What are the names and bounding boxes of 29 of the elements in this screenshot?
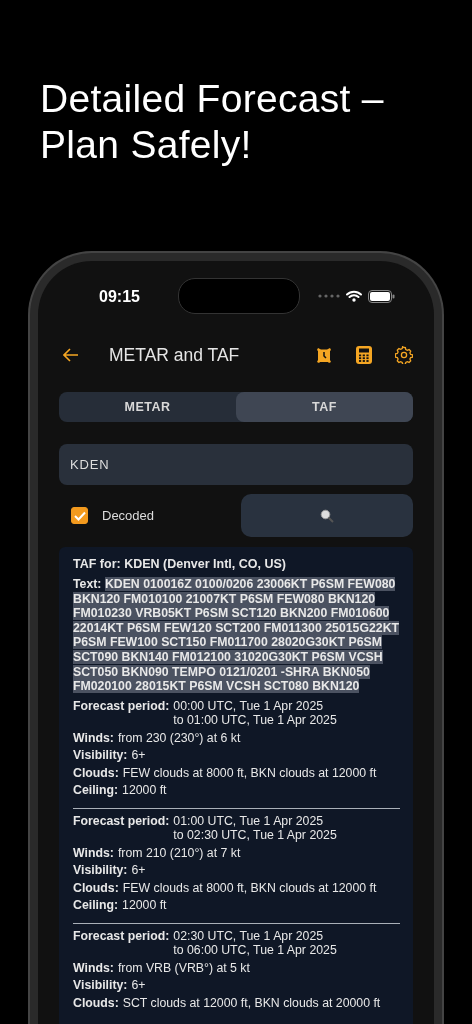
detail-row-text: Winds: from 230 (230°) at 6 kt (73, 730, 242, 746)
detail-row-text: Clouds: SCT clouds at 12000 ft, BKN clouds at 20000 ft (73, 995, 382, 1011)
detail-row-text: Visibility: 6+ (73, 863, 147, 878)
station-input-field[interactable]: KDEN (59, 444, 413, 485)
detail-row-text: Ceiling: 12000 ft (73, 783, 168, 798)
checkbox-label: Decoded (102, 508, 155, 523)
report-heading: TAF for: KDEN (Denver Intl, CO, US) (73, 557, 287, 571)
detail-row-text: Clouds: FEW clouds at 8000 ft, BKN clouds at 12000 ft (73, 765, 378, 781)
segment-tab[interactable]: TAF (236, 392, 413, 422)
detail-row-text: Visibility: 6+ (73, 748, 147, 763)
screen-title: METAR and TAF (109, 344, 241, 366)
calculator-icon[interactable] (356, 346, 372, 364)
status-time: 09:15 (99, 287, 140, 306)
detail-row-text: Visibility: 6+ (73, 978, 147, 993)
alarm-clock-icon[interactable] (315, 346, 333, 364)
detail-row-text: Winds: from VRB (VRB°) at 5 kt (73, 960, 251, 976)
signal-icon (317, 294, 340, 298)
detail-row-text: Winds: from 210 (210°) at 7 kt (73, 845, 242, 861)
settings-icon[interactable] (395, 346, 413, 364)
segment-tab[interactable]: METAR (59, 392, 236, 422)
detail-row-text: Ceiling: 12000 ft (73, 898, 168, 913)
battery-icon (367, 289, 395, 303)
decoded-checkbox[interactable] (71, 507, 88, 524)
back-arrow-icon[interactable] (63, 348, 79, 362)
detail-row-text: Clouds: FEW clouds at 8000 ft, BKN clouds at 12000 ft (73, 880, 378, 896)
search-icon (320, 508, 334, 523)
raw-taf-text: Text: KDEN 010016Z 0100/0206 23006KT P6SM FEW080 BKN120 FM010100 21007KT P6SM FEW080 BKN120 FM010230 VRB05KT P6SM SCT120 BKN200 FM010600 22014KT P6SM FEW120 SCT200 FM011300 25015G22KT P6SM FEW100 SCT150 FM011700 28020G30KT P6SM SCT090 BKN140 FM012100 31020G30KT P6SM VCSH SCT050 BKN090 TEMPO 0121/0201 -SHRA BKN050 FM020100 28015KT P6SM VCSH SCT080 BKN120 (73, 577, 400, 694)
headline: Detailed Forecast – Plan Safely! (39, 76, 385, 168)
wifi-icon (345, 290, 362, 302)
